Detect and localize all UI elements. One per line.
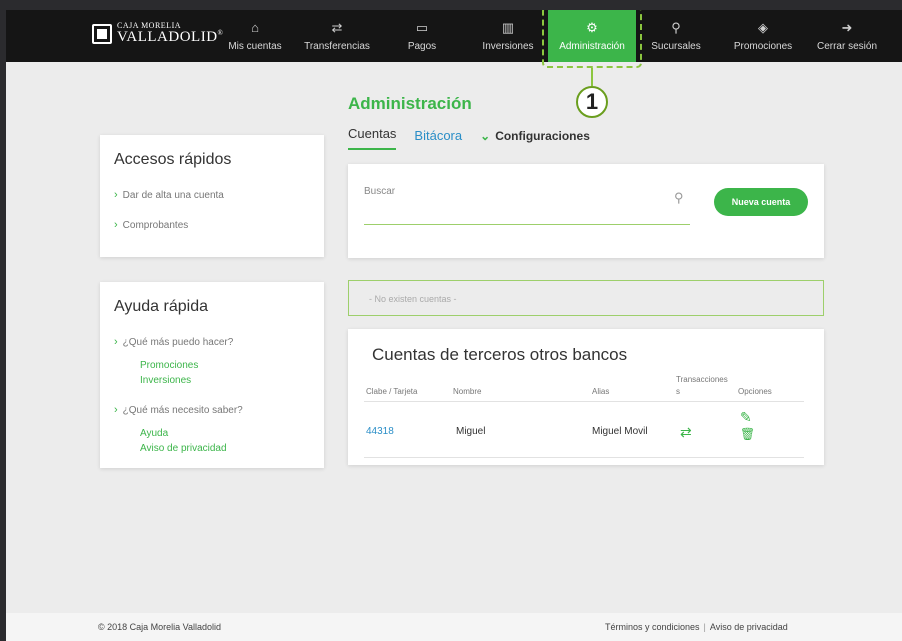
search-input[interactable] [364,224,690,225]
page-footer: © 2018 Caja Morelia Valladolid Términos … [6,613,902,641]
chevron-down-icon: ⌄ [480,129,491,143]
footer-privacy-link[interactable]: Aviso de privacidad [710,622,788,632]
quick-help-title: Ayuda rápida [114,298,208,315]
search-icon[interactable]: ⚲ [674,190,684,206]
nav-promociones[interactable]: ◈ Promociones [728,10,798,62]
help-link-promociones[interactable]: Promociones [140,358,310,373]
footer-copyright: © 2018 Caja Morelia Valladolid [98,622,222,632]
brand-logo[interactable]: CAJA MORELIA VALLADOLID® [92,22,223,45]
col-header-clabe: Clabe / Tarjeta [366,387,418,396]
nav-label: Transferencias [304,41,370,52]
col-header-nombre: Nombre [453,387,482,396]
footer-separator: | [703,622,706,632]
nav-transferencias[interactable]: ⇄ Transferencias [298,10,376,62]
investments-icon: ▥ [501,20,515,35]
nav-label: Promociones [733,41,793,52]
tab-configuraciones[interactable]: ⌄ Configuraciones [480,129,590,150]
chevron-right-icon: › [114,336,118,348]
nav-label: Inversiones [482,41,534,52]
transfer-icon: ⇄ [331,20,343,35]
nav-label: Mis cuentas [228,41,282,52]
help-question-1[interactable]: › ¿Qué más puedo hacer? [114,336,310,348]
quick-help-card: Ayuda rápida › ¿Qué más puedo hacer? Pro… [100,282,324,468]
footer-terms-link[interactable]: Términos y condiciones [605,622,700,632]
col-header-opciones: Opciones [738,387,772,396]
page-title: Administración [348,94,472,113]
third-party-accounts-card: Cuentas de terceros otros bancos Clabe /… [348,329,824,465]
admin-tabs: Cuentas Bitácora ⌄ Configuraciones [348,126,608,150]
transactions-icon[interactable]: ⇄ [680,424,692,441]
new-account-button[interactable]: Nueva cuenta [714,188,808,216]
edit-pencil-icon[interactable]: ✎ [740,409,752,426]
nav-label: Sucursales [651,41,701,52]
table-row-divider [364,457,804,458]
help-question-2[interactable]: › ¿Qué más necesito saber? [114,404,310,416]
quick-access-card: Accesos rápidos › Dar de alta una cuenta… [100,135,324,257]
nav-pagos[interactable]: ▭ Pagos [396,10,448,62]
col-header-transacciones-cont: s [676,387,680,396]
annotation-callout-badge: 1 [576,86,608,118]
tab-cuentas[interactable]: Cuentas [348,126,397,150]
delete-trash-icon[interactable]: 🗑 [740,427,755,441]
chevron-right-icon: › [114,189,118,201]
nav-label: Pagos [407,41,437,52]
brand-line2: VALLADOLID® [117,29,224,45]
payments-icon: ▭ [415,20,429,35]
search-card: Buscar ⚲ Nueva cuenta [348,164,824,258]
tag-icon: ◈ [758,20,768,35]
tab-configuraciones-label: Configuraciones [495,129,590,143]
annotation-connector [591,68,593,86]
app-frame: CAJA MORELIA VALLADOLID® ⌂ Mis cuentas ⇄… [6,10,902,641]
nav-label: Cerrar sesión [816,41,878,52]
nav-cerrar-sesion[interactable]: ➜ Cerrar sesión [814,10,880,62]
top-nav-bar: CAJA MORELIA VALLADOLID® ⌂ Mis cuentas ⇄… [6,10,902,62]
table-header-divider [364,401,804,402]
home-icon: ⌂ [251,20,259,35]
location-pin-icon: ⚲ [671,20,681,35]
account-alias: Miguel Movil [592,426,648,437]
help-link-ayuda[interactable]: Ayuda [140,426,310,441]
col-header-transacciones: Transacciones [676,375,728,384]
help-link-privacidad[interactable]: Aviso de privacidad [140,441,310,456]
tab-bitacora[interactable]: Bitácora [414,128,462,150]
nav-sucursales[interactable]: ⚲ Sucursales [646,10,706,62]
account-name: Miguel [456,426,486,437]
logo-mark-icon [92,23,112,44]
empty-accounts-notice: - No existen cuentas - [348,280,824,316]
quick-link-comprobantes[interactable]: › Comprobantes [114,219,310,231]
logout-icon: ➜ [841,20,853,35]
nav-inversiones[interactable]: ▥ Inversiones [478,10,538,62]
search-label: Buscar [364,186,396,197]
col-header-alias: Alias [592,387,610,396]
nav-mis-cuentas[interactable]: ⌂ Mis cuentas [222,10,288,62]
chevron-right-icon: › [114,219,118,231]
chevron-right-icon: › [114,404,118,416]
annotation-highlight-box [542,10,642,68]
footer-links: Términos y condiciones | Aviso de privacid… [605,622,788,632]
help-link-inversiones[interactable]: Inversiones [140,373,310,388]
quick-link-alta-cuenta[interactable]: › Dar de alta una cuenta [114,189,310,201]
quick-access-title: Accesos rápidos [114,151,232,168]
account-clabe-link[interactable]: 44318 [366,426,394,437]
accounts-table-title: Cuentas de terceros otros bancos [372,345,628,364]
